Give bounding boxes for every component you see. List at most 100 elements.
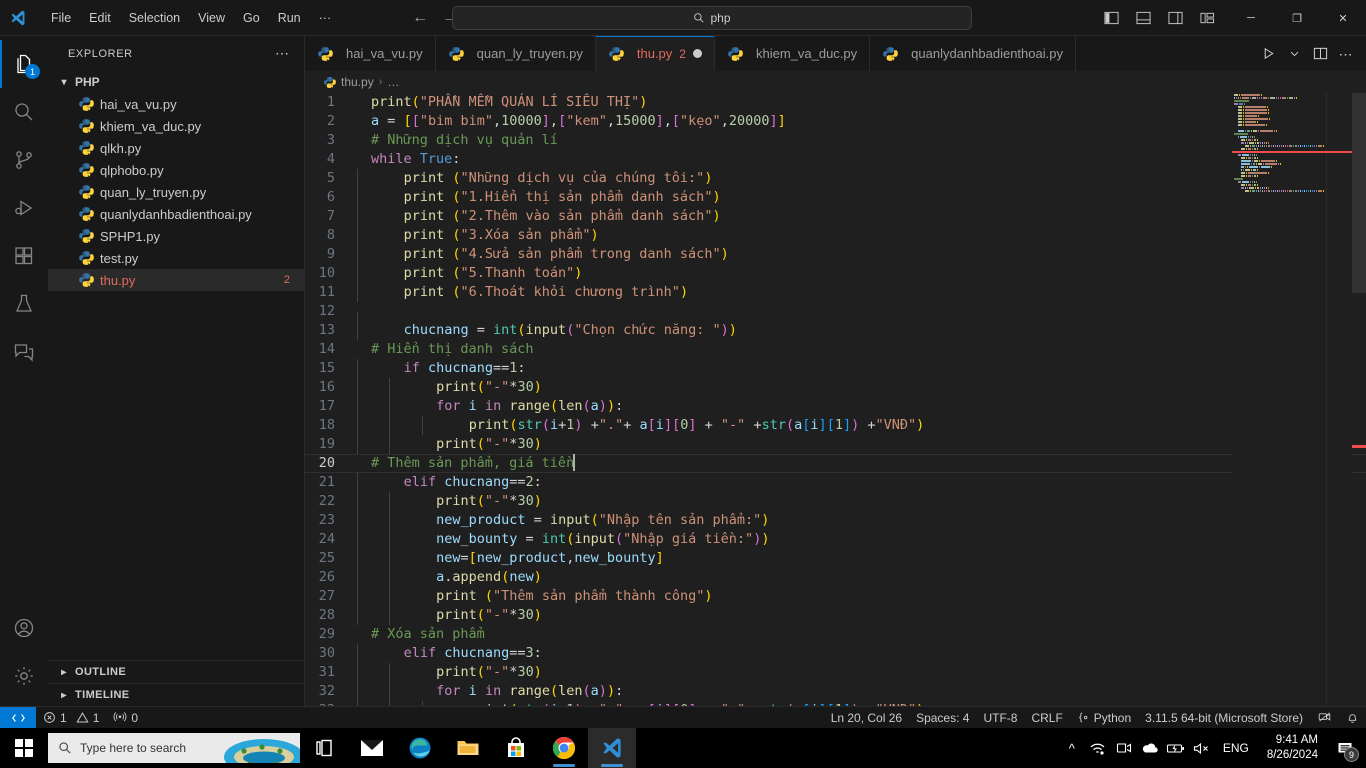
code-line[interactable]: 17 for i in range(len(a)):	[305, 397, 1366, 416]
window-close-button[interactable]: ✕	[1320, 0, 1366, 36]
code-line[interactable]: 15 if chucnang==1:	[305, 359, 1366, 378]
editor-tab[interactable]: hai_va_vu.py	[305, 36, 436, 71]
volume-muted-icon[interactable]	[1189, 728, 1215, 768]
menu-view[interactable]: View	[189, 7, 234, 29]
file-tree-item[interactable]: qlphobo.py	[48, 159, 304, 181]
code-line[interactable]: 7 print ("2.Thêm vào sản phẩm danh sách"…	[305, 207, 1366, 226]
code-line[interactable]: 1 print("PHẦN MỀM QUẢN LÍ SIÊU THỊ")	[305, 93, 1366, 112]
code-line[interactable]: 26 a.append(new)	[305, 568, 1366, 587]
sidebar-section-timeline[interactable]: ▸ TIMELINE	[48, 683, 304, 706]
status-ports[interactable]: 0	[106, 707, 145, 729]
file-tree-item[interactable]: test.py	[48, 247, 304, 269]
menu-run[interactable]: Run	[269, 7, 310, 29]
taskbar-app-visual-studio-code[interactable]	[588, 728, 636, 768]
code-line[interactable]: 19 print("-"*30)	[305, 435, 1366, 454]
activity-item-explorer[interactable]: 1	[0, 40, 48, 88]
action-center-button[interactable]: 9	[1328, 728, 1362, 768]
run-options-button[interactable]	[1282, 41, 1306, 67]
code-line[interactable]: 30 elif chucnang==3:	[305, 644, 1366, 663]
editor-tab[interactable]: quan_ly_truyen.py	[435, 36, 596, 71]
menu-more[interactable]: ···	[310, 7, 341, 29]
activity-item-extensions[interactable]	[0, 232, 48, 280]
code-line[interactable]: 3 # Những dịch vụ quản lí	[305, 131, 1366, 150]
file-tree-item[interactable]: hai_va_vu.py	[48, 93, 304, 115]
activity-item-accounts[interactable]	[0, 604, 48, 652]
code-line[interactable]: 2 a = [["bim bim",10000],["kem",15000],["…	[305, 112, 1366, 131]
battery-icon[interactable]	[1163, 728, 1189, 768]
code-line[interactable]: 27 print ("Thêm sản phẩm thành công")	[305, 587, 1366, 606]
ellipsis-icon[interactable]: ⋯	[269, 43, 296, 64]
menu-file[interactable]: File	[42, 7, 80, 29]
tray-clock[interactable]: 9:41 AM 8/26/2024	[1257, 733, 1328, 763]
status-notifications[interactable]	[1339, 707, 1366, 729]
status-python-interpreter[interactable]: 3.11.5 64-bit (Microsoft Store)	[1138, 707, 1310, 729]
taskbar-app-file-explorer[interactable]	[444, 728, 492, 768]
toggle-panel-icon[interactable]	[1128, 4, 1158, 32]
file-tree-item[interactable]: quanlydanhbadienthoai.py	[48, 203, 304, 225]
status-language-mode[interactable]: Python	[1070, 707, 1138, 729]
code-editor[interactable]: 1 print("PHẦN MỀM QUẢN LÍ SIÊU THỊ") 2 a = …	[305, 93, 1366, 706]
activity-item-chat[interactable]	[0, 328, 48, 376]
code-line[interactable]: 32 for i in range(len(a)):	[305, 682, 1366, 701]
taskbar-app-mail[interactable]	[348, 728, 396, 768]
code-line[interactable]: 11 print ("6.Thoát khỏi chương trình")	[305, 283, 1366, 302]
code-line[interactable]: 24 new_bounty = int(input("Nhập giá tiền…	[305, 530, 1366, 549]
camera-icon[interactable]	[1111, 728, 1137, 768]
editor-tab[interactable]: khiem_va_duc.py	[714, 36, 871, 71]
file-tree-item[interactable]: SPHP1.py	[48, 225, 304, 247]
taskbar-app-microsoft-store[interactable]	[492, 728, 540, 768]
activity-item-testing[interactable]	[0, 280, 48, 328]
breadcrumb-rest[interactable]: …	[387, 75, 399, 89]
code-line[interactable]: 4 while True:	[305, 150, 1366, 169]
code-line[interactable]: 12	[305, 302, 1366, 331]
code-line[interactable]: 21 elif chucnang==2:	[305, 473, 1366, 492]
taskbar-app-microsoft-edge[interactable]	[396, 728, 444, 768]
editor-vertical-scrollbar[interactable]	[1352, 93, 1366, 706]
file-tree-item[interactable]: quan_ly_truyen.py	[48, 181, 304, 203]
split-editor-button[interactable]	[1308, 41, 1332, 67]
code-line[interactable]: 22 print("-"*30)	[305, 492, 1366, 511]
remote-window-indicator[interactable]	[0, 706, 36, 729]
code-line[interactable]: 23 new_product = input("Nhập tên sản phẩ…	[305, 511, 1366, 530]
scrollbar-thumb[interactable]	[1352, 93, 1366, 293]
toggle-secondary-sidebar-icon[interactable]	[1160, 4, 1190, 32]
menu-selection[interactable]: Selection	[120, 7, 189, 29]
code-line[interactable]: 25 new=[new_product,new_bounty]	[305, 549, 1366, 568]
tray-language[interactable]: ENG	[1215, 741, 1257, 755]
wifi-icon[interactable]	[1085, 728, 1111, 768]
run-python-file-button[interactable]	[1256, 41, 1280, 67]
status-problems[interactable]: 1 1	[36, 707, 106, 729]
breadcrumb-file[interactable]: thu.py	[341, 75, 374, 89]
status-indentation[interactable]: Spaces: 4	[909, 707, 976, 729]
activity-item-run-and-debug[interactable]	[0, 184, 48, 232]
file-tree-item[interactable]: thu.py 2	[48, 269, 304, 291]
editor-tab[interactable]: thu.py 2	[595, 36, 715, 71]
activity-item-source-control[interactable]	[0, 136, 48, 184]
code-line[interactable]: 16 print("-"*30)	[305, 378, 1366, 397]
code-line[interactable]: 5 print ("Những dịch vụ của chúng tôi:")	[305, 169, 1366, 188]
code-line[interactable]: 18 print(str(i+1) +"."+ a[i][0] + "-" +s…	[305, 416, 1366, 435]
window-maximize-button[interactable]: ❐	[1274, 0, 1320, 36]
taskbar-search-input[interactable]: Type here to search	[48, 733, 300, 763]
window-minimize-button[interactable]: ─	[1228, 0, 1274, 36]
file-tree-item[interactable]: khiem_va_duc.py	[48, 115, 304, 137]
menu-go[interactable]: Go	[234, 7, 269, 29]
code-line[interactable]: 14 # Hiển thị danh sách	[305, 340, 1366, 359]
task-view-icon[interactable]	[300, 728, 348, 768]
status-screencast-mode[interactable]	[1310, 707, 1339, 729]
chevron-up-icon[interactable]: ^	[1059, 728, 1085, 768]
quick-input-search[interactable]: php	[452, 6, 972, 30]
status-cursor-position[interactable]: Ln 20, Col 26	[824, 707, 909, 729]
editor-tab-dirty-indicator[interactable]	[692, 49, 702, 58]
file-tree-item[interactable]: qlkh.py	[48, 137, 304, 159]
code-line[interactable]: 6 print ("1.Hiển thị sản phẩm danh sách"…	[305, 188, 1366, 207]
code-line[interactable]: 28 print("-"*30)	[305, 606, 1366, 625]
status-encoding[interactable]: UTF-8	[976, 707, 1024, 729]
code-line[interactable]: 29 # Xóa sản phẩm	[305, 625, 1366, 644]
onedrive-icon[interactable]	[1137, 728, 1163, 768]
status-eol[interactable]: CRLF	[1024, 707, 1069, 729]
activity-item-settings[interactable]	[0, 652, 48, 700]
code-line[interactable]: 9 print ("4.Sửa sản phẩm trong danh sách…	[305, 245, 1366, 264]
customize-layout-icon[interactable]	[1192, 4, 1222, 32]
code-line[interactable]: 8 print ("3.Xóa sản phẩm")	[305, 226, 1366, 245]
